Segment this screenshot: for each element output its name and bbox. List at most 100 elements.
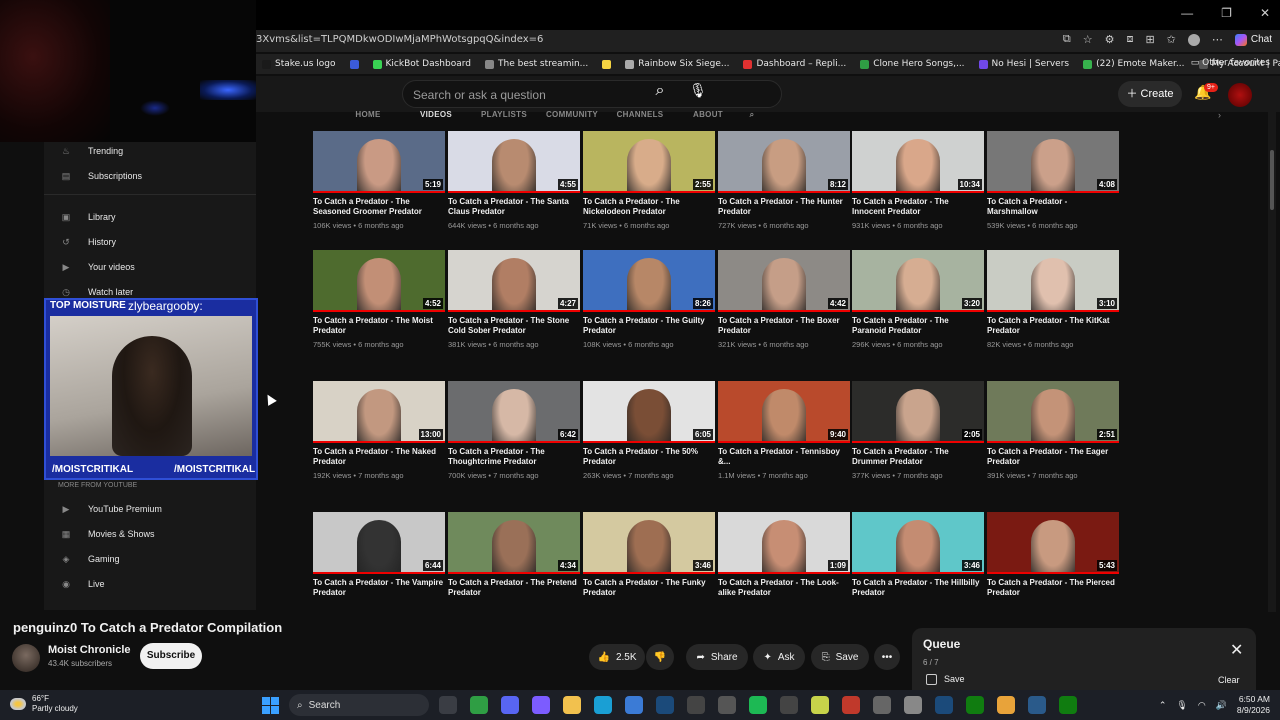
profile-avatar[interactable] (1187, 33, 1200, 46)
video-card[interactable]: 4:52 To Catch a Predator - The Moist Pred… (313, 250, 445, 349)
video-thumbnail[interactable]: 4:42 (718, 250, 850, 312)
video-thumbnail[interactable]: 3:46 (583, 512, 715, 574)
steam-icon[interactable] (656, 696, 674, 714)
url-field[interactable]: 3Xvms&list=TLPQMDkwODIwMjaMPhWotsgpqQ&in… (256, 34, 543, 45)
video-card[interactable]: 4:42 To Catch a Predator - The Boxer Pred… (718, 250, 850, 349)
video-title[interactable]: To Catch a Predator - The Santa Claus Pr… (448, 197, 580, 217)
clock[interactable]: 6:50 AM 8/9/2026 (1237, 694, 1270, 716)
video-card[interactable]: 4:55 To Catch a Predator - The Santa Clau… (448, 131, 580, 230)
sidebar-item-movies-shows[interactable]: ▦ Movies & Shows (60, 529, 155, 539)
search-input[interactable]: Search or ask a question (413, 88, 546, 102)
video-card[interactable]: 5:19 To Catch a Predator - The Seasoned G… (313, 131, 445, 230)
video-card[interactable]: 4:27 To Catch a Predator - The Stone Cold… (448, 250, 580, 349)
extensions-icon[interactable]: ⚙ (1105, 33, 1115, 46)
video-thumbnail[interactable]: 4:08 (987, 131, 1119, 193)
video-title[interactable]: To Catch a Predator - The Hunter Predato… (718, 197, 850, 217)
video-thumbnail[interactable]: 6:05 (583, 381, 715, 443)
video-title[interactable]: To Catch a Predator - The 50% Predator (583, 447, 715, 467)
sidebar-item-library[interactable]: ▣ Library (60, 212, 116, 222)
favorite-star-icon[interactable]: ☆ (1083, 33, 1093, 46)
queue-save-label[interactable]: Save (944, 674, 965, 684)
tab-actions-icon[interactable]: ⧉ (1063, 33, 1071, 46)
files-app-icon[interactable] (439, 696, 457, 714)
account-avatar[interactable] (1228, 83, 1252, 107)
create-button[interactable]: ＋ Create (1118, 81, 1182, 107)
windows-start-icon[interactable] (262, 696, 279, 714)
video-card[interactable]: 2:05 To Catch a Predator - The Drummer Pr… (852, 381, 984, 480)
video-card[interactable]: 3:46 To Catch a Predator - The Funky Pred… (583, 512, 715, 598)
tab-playlists[interactable]: PLAYLISTS (470, 110, 538, 120)
video-title[interactable]: To Catch a Predator - The Drummer Predat… (852, 447, 984, 467)
share-button[interactable]: ➦ Share (686, 644, 748, 670)
b-app-icon[interactable] (811, 696, 829, 714)
minimize-button[interactable]: — (1181, 6, 1193, 20)
microphone-icon[interactable]: 🎙 (1176, 700, 1187, 711)
tab-videos[interactable]: VIDEOS (402, 110, 470, 120)
folder-icon[interactable] (563, 696, 581, 714)
edge-icon[interactable] (594, 696, 612, 714)
collections-icon[interactable]: ⊞ (1145, 33, 1154, 46)
copilot-icon[interactable] (532, 696, 550, 714)
bookmark-item[interactable] (349, 59, 359, 69)
video-thumbnail[interactable]: 3:46 (852, 512, 984, 574)
video-card[interactable]: 2:51 To Catch a Predator - The Eager Pred… (987, 381, 1119, 480)
bookmark-item[interactable]: Rainbow Six Siege... (625, 59, 729, 69)
video-title[interactable]: To Catch a Predator - The Guilty Predato… (583, 316, 715, 336)
more-actions-button[interactable]: ••• (874, 644, 900, 670)
split-screen-icon[interactable]: ⧈ (1126, 33, 1133, 46)
bookmark-item[interactable]: No Hesi | Servers (978, 59, 1069, 69)
other-favorites[interactable]: ▭ Other favorites (1191, 58, 1270, 68)
tab-home[interactable]: HOME (334, 110, 402, 120)
video-thumbnail[interactable]: 13:00 (313, 381, 445, 443)
video-thumbnail[interactable]: 2:55 (583, 131, 715, 193)
scrollbar-thumb[interactable] (1270, 150, 1274, 210)
video-title[interactable]: To Catch a Predator - The Nickelodeon Pr… (583, 197, 715, 217)
channel-avatar[interactable] (12, 644, 40, 672)
video-title[interactable]: To Catch a Predator - The Pretend Predat… (448, 578, 580, 598)
video-card[interactable]: 10:34 To Catch a Predator - The Innocent … (852, 131, 984, 230)
video-card[interactable]: 8:26 To Catch a Predator - The Guilty Pre… (583, 250, 715, 349)
video-card[interactable]: 9:40 To Catch a Predator - Tennisboy &...… (718, 381, 850, 480)
video-title[interactable]: To Catch a Predator - The Seasoned Groom… (313, 197, 445, 217)
video-title[interactable]: To Catch a Predator - The Look-alike Pre… (718, 578, 850, 598)
video-card[interactable]: 5:43 To Catch a Predator - The Pierced Pr… (987, 512, 1119, 598)
search-bar[interactable]: Search or ask a question (402, 80, 782, 108)
red-app-icon[interactable] (842, 696, 860, 714)
bookmark-item[interactable]: KickBot Dashboard (372, 59, 471, 69)
nvidia-icon[interactable] (470, 696, 488, 714)
video-card[interactable]: 13:00 To Catch a Predator - The Naked Pre… (313, 381, 445, 480)
wifi-icon[interactable]: ◠ (1198, 700, 1206, 711)
video-title[interactable]: To Catch a Predator - The Pierced Predat… (987, 578, 1119, 598)
video-card[interactable]: 4:08 To Catch a Predator - Marshmallow 539… (987, 131, 1119, 230)
discord-icon[interactable] (501, 696, 519, 714)
taskbar-search[interactable]: ⌕ Search (289, 694, 429, 716)
video-title[interactable]: To Catch a Predator - Tennisboy &... (718, 447, 850, 467)
queue-clear-button[interactable]: Clear (1218, 675, 1240, 685)
sidebar-item-subscriptions[interactable]: ▤ Subscriptions (60, 171, 142, 181)
subscribe-button[interactable]: Subscribe (140, 643, 202, 669)
tab-channels[interactable]: CHANNELS (606, 110, 674, 120)
channel-name[interactable]: Moist Chronicle (48, 644, 131, 656)
video-card[interactable]: 6:05 To Catch a Predator - The 50% Predat… (583, 381, 715, 480)
bookmark-item[interactable]: The best streamin... (485, 59, 588, 69)
video-card[interactable]: 2:55 To Catch a Predator - The Nickelodeo… (583, 131, 715, 230)
sidebar-item-gaming[interactable]: ◈ Gaming (60, 554, 120, 564)
video-thumbnail[interactable]: 5:43 (987, 512, 1119, 574)
video-thumbnail[interactable]: 3:20 (852, 250, 984, 312)
chrome-icon[interactable] (997, 696, 1015, 714)
xbox2-icon[interactable] (1059, 696, 1077, 714)
video-title[interactable]: To Catch a Predator - The Innocent Preda… (852, 197, 984, 217)
video-title[interactable]: To Catch a Predator - Marshmallow (987, 197, 1119, 217)
weather-widget[interactable]: 66°F Partly cloudy (10, 694, 78, 714)
video-card[interactable]: 4:34 To Catch a Predator - The Pretend Pr… (448, 512, 580, 598)
video-thumbnail[interactable]: 1:09 (718, 512, 850, 574)
sidebar-item-your-videos[interactable]: ▶ Your videos (60, 262, 135, 272)
video-title[interactable]: To Catch a Predator - The Moist Predator (313, 316, 445, 336)
sidebar-item-history[interactable]: ↺ History (60, 237, 116, 247)
video-thumbnail[interactable]: 4:55 (448, 131, 580, 193)
save-button[interactable]: ⎘ Save (811, 644, 869, 670)
video-thumbnail[interactable]: 4:34 (448, 512, 580, 574)
obs-icon[interactable] (687, 696, 705, 714)
favorites-icon[interactable]: ✩ (1167, 33, 1176, 46)
video-title[interactable]: To Catch a Predator - The Hillbilly Pred… (852, 578, 984, 598)
